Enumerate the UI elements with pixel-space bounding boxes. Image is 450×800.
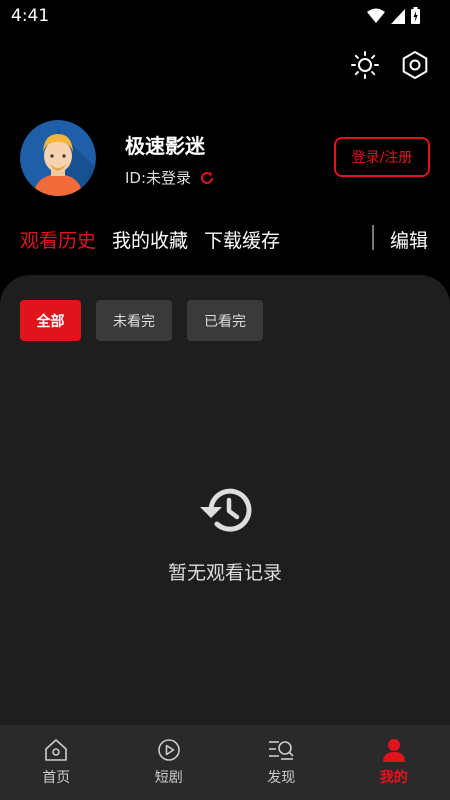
nav-shorts-label: 短剧 [154,770,183,786]
login-register-button[interactable]: 登录/注册 [334,137,430,177]
settings-icon[interactable] [400,50,430,80]
nav-shorts[interactable]: 短剧 [113,725,226,800]
person-icon [382,739,405,762]
user-id-row: ID:未登录 [125,167,215,188]
tab-divider [372,225,374,250]
nav-discover-label: 发现 [267,770,296,786]
content-tabs: 观看历史 我的收藏 下载缓存 [20,226,280,253]
nav-discover[interactable]: 发现 [225,725,338,800]
status-icons [367,7,420,24]
battery-icon [411,7,420,24]
nav-mine-label: 我的 [379,770,408,786]
play-circle-icon [157,739,180,761]
filter-all[interactable]: 全部 [20,300,81,341]
wifi-icon [367,8,385,23]
nav-home-label: 首页 [42,770,71,786]
discover-icon [269,741,294,760]
username: 极速影迷 [125,134,205,158]
tab-favorites[interactable]: 我的收藏 [112,226,188,253]
home-icon [45,739,68,761]
tab-watch-history[interactable]: 观看历史 [20,226,96,253]
tab-downloads[interactable]: 下载缓存 [204,226,280,253]
filter-unfinished[interactable]: 未看完 [96,300,172,341]
filter-finished[interactable]: 已看完 [187,300,263,341]
history-icon [200,488,252,532]
edit-button[interactable]: 编辑 [390,226,428,253]
status-bar: 4:41 [0,0,450,32]
refresh-icon[interactable] [199,170,215,186]
user-id: ID:未登录 [125,169,192,187]
empty-state-text: 暂无观看记录 [167,562,282,584]
history-panel: 全部 未看完 已看完 暂无观看记录 [0,275,450,725]
nav-home[interactable]: 首页 [0,725,113,800]
filter-chips: 全部 未看完 已看完 [20,300,263,341]
avatar[interactable] [20,120,96,196]
nav-mine[interactable]: 我的 [338,725,450,800]
bottom-nav: 首页 短剧 发现 我的 [0,725,450,800]
status-time: 4:41 [11,6,50,26]
avatar-image [20,120,96,196]
signal-icon [391,8,405,24]
sun-icon[interactable] [350,50,380,80]
